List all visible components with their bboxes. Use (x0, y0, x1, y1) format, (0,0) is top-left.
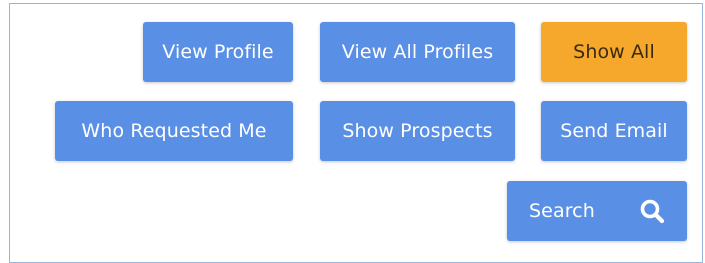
search-icon (640, 199, 665, 224)
search-button[interactable]: Search (507, 181, 687, 241)
send-email-label: Send Email (560, 120, 668, 142)
show-all-label: Show All (573, 41, 655, 63)
who-requested-me-button[interactable]: Who Requested Me (55, 101, 293, 161)
view-all-profiles-label: View All Profiles (341, 41, 494, 63)
show-prospects-button[interactable]: Show Prospects (320, 101, 515, 161)
who-requested-me-label: Who Requested Me (81, 120, 267, 142)
search-label: Search (529, 200, 595, 222)
view-profile-label: View Profile (162, 41, 274, 63)
view-profile-button[interactable]: View Profile (143, 22, 293, 82)
show-all-button[interactable]: Show All (541, 22, 687, 82)
show-prospects-label: Show Prospects (342, 120, 493, 142)
send-email-button[interactable]: Send Email (541, 101, 687, 161)
view-all-profiles-button[interactable]: View All Profiles (320, 22, 515, 82)
